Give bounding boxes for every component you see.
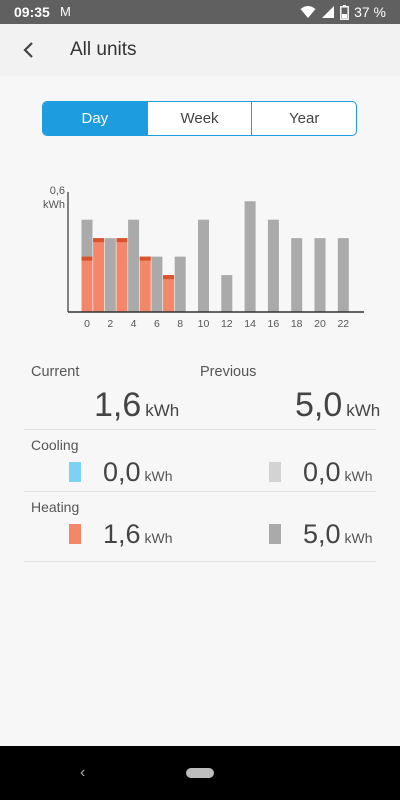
x-tick-label: 14 <box>244 318 256 330</box>
heating-previous-unit: kWh <box>344 530 373 546</box>
heating-current-value: 1,6 <box>103 519 141 549</box>
x-tick-label: 2 <box>107 318 113 330</box>
previous-total-unit: kWh <box>346 401 381 420</box>
status-icons: 37 % <box>300 4 386 20</box>
current-bar-cap <box>93 238 105 243</box>
previous-label: Previous <box>200 364 257 380</box>
current-bar-cap <box>163 275 175 280</box>
heating-previous-value: 5,0 <box>303 519 341 549</box>
mail-icon: M <box>60 4 71 19</box>
heating-current-swatch <box>69 524 81 544</box>
back-button[interactable] <box>14 36 42 64</box>
x-tick-label: 0 <box>84 318 90 330</box>
heating-previous: 5,0 kWh <box>303 519 373 550</box>
cooling-current: 0,0 kWh <box>103 457 173 488</box>
x-tick-label: 18 <box>291 318 303 330</box>
previous-bar <box>198 219 209 312</box>
previous-total: 5,0 kWh <box>295 386 380 425</box>
current-total-value: 1,6 <box>94 386 142 424</box>
current-total-unit: kWh <box>145 401 180 420</box>
nav-home-pill[interactable] <box>186 768 214 778</box>
cooling-previous: 0,0 kWh <box>303 457 373 488</box>
previous-bar <box>337 238 349 312</box>
x-tick-label: 6 <box>154 318 160 330</box>
previous-bar <box>104 238 116 312</box>
x-tick-label: 22 <box>337 318 349 330</box>
heating-current-unit: kWh <box>144 530 173 546</box>
x-tick-label: 20 <box>314 318 326 330</box>
status-bar: 09:35 M 37 % <box>0 0 400 24</box>
cooling-current-value: 0,0 <box>103 457 141 487</box>
current-bar <box>93 238 105 312</box>
system-nav-bar: ‹ <box>0 746 400 800</box>
energy-chart: 0,6 kWh 0 2 4 6 8 10 12 14 16 18 20 22 <box>0 170 400 340</box>
current-bar <box>163 275 175 312</box>
nav-back-icon[interactable]: ‹ <box>80 764 85 782</box>
heating-label: Heating <box>31 499 80 515</box>
previous-bar <box>174 256 186 312</box>
divider <box>24 429 376 430</box>
cooling-label: Cooling <box>31 437 79 453</box>
cooling-previous-unit: kWh <box>344 468 373 484</box>
heating-previous-swatch <box>269 524 281 544</box>
previous-bar <box>267 219 279 312</box>
period-selector: Day Week Year <box>42 101 357 136</box>
previous-total-value: 5,0 <box>295 386 343 424</box>
cooling-current-swatch <box>69 462 81 482</box>
x-tick-label: 12 <box>221 318 233 330</box>
status-time: 09:35 <box>14 4 50 20</box>
app-bar: All units <box>0 24 400 76</box>
battery-percent: 37 % <box>354 4 386 20</box>
current-label: Current <box>31 364 80 380</box>
divider <box>24 561 376 562</box>
heating-current: 1,6 kWh <box>103 519 173 550</box>
x-tick-label: 4 <box>131 318 137 330</box>
battery-icon <box>340 4 349 20</box>
x-tick-label: 8 <box>177 318 183 330</box>
x-tick-label: 10 <box>198 318 210 330</box>
page-title: All units <box>70 39 137 60</box>
current-total: 1,6 kWh <box>94 386 179 425</box>
current-bar-cap <box>81 256 93 261</box>
previous-bar <box>221 275 233 312</box>
previous-bar <box>244 201 256 312</box>
current-bar <box>116 238 128 312</box>
current-bar-cap <box>116 238 128 243</box>
wifi-icon <box>300 6 316 18</box>
previous-bar <box>128 219 140 312</box>
previous-bar <box>151 256 163 312</box>
previous-bar <box>291 238 303 312</box>
cooling-previous-value: 0,0 <box>303 457 341 487</box>
cooling-previous-swatch <box>269 462 281 482</box>
tab-day[interactable]: Day <box>43 102 147 135</box>
divider <box>24 491 376 492</box>
signal-icon <box>322 6 335 18</box>
tab-week[interactable]: Week <box>146 102 252 135</box>
chevron-left-icon <box>23 42 33 58</box>
tab-year[interactable]: Year <box>251 102 356 135</box>
y-axis-label: kWh <box>43 199 65 211</box>
cooling-current-unit: kWh <box>144 468 173 484</box>
current-bar <box>81 256 93 312</box>
previous-bar <box>314 238 326 312</box>
current-bar <box>139 256 151 312</box>
x-tick-label: 16 <box>268 318 280 330</box>
y-axis-label: 0,6 <box>50 185 65 197</box>
current-bar-cap <box>139 256 151 261</box>
chart-svg: 0,6 kWh 0 2 4 6 8 10 12 14 16 18 20 22 <box>43 185 364 330</box>
